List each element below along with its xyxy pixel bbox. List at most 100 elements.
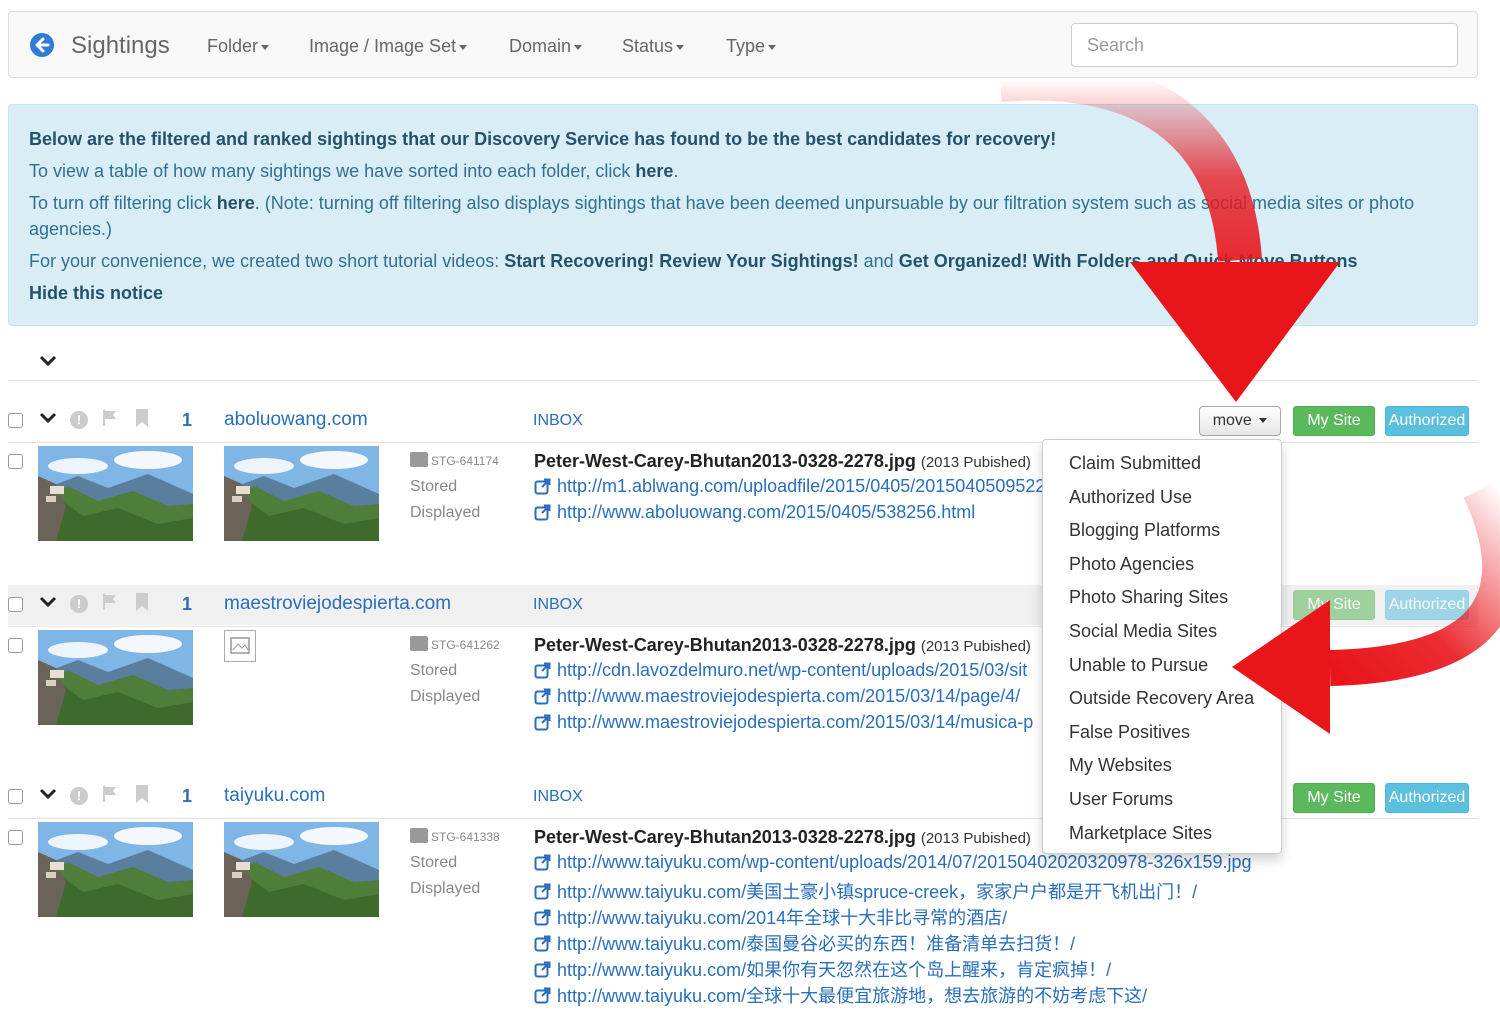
expand-chevron-icon[interactable] [38, 591, 58, 617]
move-menu-item[interactable]: False Positives [1069, 722, 1190, 743]
move-button[interactable]: move [1199, 406, 1281, 436]
sighting-image-thumbnail[interactable] [224, 446, 379, 541]
sighting-image-thumbnail[interactable] [224, 822, 379, 917]
detail-select-checkbox[interactable] [8, 638, 23, 653]
external-link-icon [534, 688, 551, 705]
my-site-button[interactable]: My Site [1293, 590, 1375, 620]
exclamation-icon[interactable]: ! [70, 411, 88, 429]
move-menu-item[interactable]: My Websites [1069, 755, 1172, 776]
url-text: http://www.maestroviejodespierta.com/201… [557, 686, 1021, 706]
image-filename: Peter-West-Carey-Bhutan2013-0328-2278.jp… [534, 827, 1031, 848]
notice-line-folders: To view a table of how many sightings we… [29, 161, 678, 182]
sighting-domain-link[interactable]: maestroviejodespierta.com [224, 593, 451, 615]
row-select-checkbox[interactable] [8, 413, 23, 428]
sighting-url-link[interactable]: http://cdn.lavozdelmuro.net/wp-content/u… [534, 660, 1027, 681]
caret-down-icon [676, 44, 685, 50]
collapse-all-chevron-icon[interactable] [38, 350, 58, 376]
move-button-label: move [1212, 412, 1252, 429]
sighting-url-link[interactable]: http://www.taiyuku.com/泰国曼谷必买的东西！准备清单去扫货… [534, 930, 1075, 956]
sighting-count[interactable]: 1 [182, 786, 192, 807]
broken-image-icon[interactable] [224, 630, 256, 662]
notice-text: . (Note: turning off filtering also disp… [254, 193, 1415, 213]
flag-icon[interactable] [101, 593, 119, 616]
displayed-label: Displayed [410, 504, 481, 521]
external-link-icon [534, 854, 551, 871]
sighting-url-link[interactable]: http://www.maestroviejodespierta.com/201… [534, 712, 1033, 733]
flag-icon[interactable] [101, 785, 119, 808]
image-set-dropdown[interactable]: Image / Image Set [309, 36, 468, 57]
url-text: http://www.taiyuku.com/全球十大最便宜旅游地，想去旅游的不… [557, 986, 1148, 1006]
sighting-domain-link[interactable]: taiyuku.com [224, 785, 325, 807]
folder-label[interactable]: INBOX [533, 788, 583, 806]
row-select-checkbox[interactable] [8, 597, 23, 612]
exclamation-icon[interactable]: ! [70, 595, 88, 613]
expand-chevron-icon[interactable] [38, 783, 58, 809]
sighting-url-link[interactable]: http://m1.ablwang.com/uploadfile/2015/04… [534, 476, 1044, 497]
move-menu-item[interactable]: Claim Submitted [1069, 453, 1201, 474]
sighting-url-link[interactable]: http://www.taiyuku.com/美国土豪小镇spruce-cree… [534, 878, 1197, 904]
flag-icon[interactable] [101, 409, 119, 432]
original-image-thumbnail[interactable] [38, 630, 193, 725]
url-text: http://www.taiyuku.com/wp-content/upload… [557, 852, 1252, 872]
url-text: http://www.taiyuku.com/美国土豪小镇spruce-cree… [557, 882, 1198, 902]
exclamation-icon[interactable]: ! [70, 787, 88, 805]
sighting-url-link[interactable]: http://www.taiyuku.com/wp-content/upload… [534, 852, 1252, 873]
original-image-thumbnail[interactable] [38, 822, 193, 917]
my-site-button[interactable]: My Site [1293, 783, 1375, 813]
status-dropdown[interactable]: Status [622, 36, 685, 57]
sighting-count[interactable]: 1 [182, 594, 192, 615]
domain-dropdown[interactable]: Domain [509, 36, 583, 57]
move-menu-item[interactable]: Social Media Sites [1069, 621, 1217, 642]
original-image-thumbnail[interactable] [38, 446, 193, 541]
detail-select-checkbox[interactable] [8, 454, 23, 469]
sighting-domain-link[interactable]: aboluowang.com [224, 409, 368, 431]
url-text: http://www.taiyuku.com/如果你有天忽然在这个岛上醒来，肯定… [557, 960, 1112, 980]
turn-off-filtering-link[interactable]: here [217, 193, 255, 213]
sighting-count[interactable]: 1 [182, 410, 192, 431]
domain-dropdown-label: Domain [509, 36, 572, 56]
authorized-button[interactable]: Authorized [1385, 783, 1469, 813]
published-year: (2013 Pubished) [920, 830, 1031, 847]
bookmark-icon[interactable] [134, 784, 150, 809]
sighting-url-link[interactable]: http://www.taiyuku.com/全球十大最便宜旅游地，想去旅游的不… [534, 982, 1147, 1008]
authorized-button[interactable]: Authorized [1385, 590, 1469, 620]
caret-down-icon [459, 44, 468, 50]
notice-text: To view a table of how many sightings we… [29, 161, 636, 181]
folder-label[interactable]: INBOX [533, 596, 583, 614]
type-dropdown[interactable]: Type [726, 36, 777, 57]
authorized-button[interactable]: Authorized [1385, 406, 1469, 436]
search-input[interactable] [1071, 23, 1458, 67]
move-menu-item[interactable]: Photo Agencies [1069, 554, 1194, 575]
expand-chevron-icon[interactable] [38, 407, 58, 433]
bookmark-icon[interactable] [134, 592, 150, 617]
hide-notice-link[interactable]: Hide this notice [29, 283, 163, 304]
folder-label[interactable]: INBOX [533, 412, 583, 430]
sighting-url-link[interactable]: http://www.aboluowang.com/2015/0405/5382… [534, 502, 975, 523]
sighting-url-link[interactable]: http://www.maestroviejodespierta.com/201… [534, 686, 1020, 707]
notice-text: For your convenience, we created two sho… [29, 251, 505, 271]
move-menu-item[interactable]: Blogging Platforms [1069, 520, 1220, 541]
video-link-start-recovering[interactable]: Start Recovering! Review Your Sightings! [504, 251, 858, 271]
notice-line-filtering: To turn off filtering click here. (Note:… [29, 193, 1414, 214]
move-menu-item[interactable]: Marketplace Sites [1069, 823, 1212, 844]
image-icon [410, 828, 428, 843]
sighting-url-link[interactable]: http://www.taiyuku.com/如果你有天忽然在这个岛上醒来，肯定… [534, 956, 1111, 982]
move-menu-item[interactable]: Photo Sharing Sites [1069, 587, 1228, 608]
move-menu-item[interactable]: User Forums [1069, 789, 1173, 810]
row-select-checkbox[interactable] [8, 789, 23, 804]
move-menu-item[interactable]: Authorized Use [1069, 487, 1192, 508]
external-link-icon [534, 883, 551, 899]
move-menu-item[interactable]: Unable to Pursue [1069, 655, 1208, 676]
folders-table-link[interactable]: here [635, 161, 673, 181]
bookmark-icon[interactable] [134, 408, 150, 433]
back-arrow-icon[interactable] [30, 33, 54, 57]
my-site-button[interactable]: My Site [1293, 406, 1375, 436]
detail-select-checkbox[interactable] [8, 830, 23, 845]
stg-id: STG-641174 [431, 454, 499, 468]
url-text: http://www.aboluowang.com/2015/0405/5382… [557, 502, 976, 522]
video-link-get-organized[interactable]: Get Organized! With Folders and Quick Mo… [899, 251, 1358, 271]
move-menu-item[interactable]: Outside Recovery Area [1069, 688, 1254, 709]
sighting-url-link[interactable]: http://www.taiyuku.com/2014年全球十大非比寻常的酒店/ [534, 904, 1007, 930]
type-dropdown-label: Type [726, 36, 766, 56]
folder-dropdown[interactable]: Folder [207, 36, 270, 57]
